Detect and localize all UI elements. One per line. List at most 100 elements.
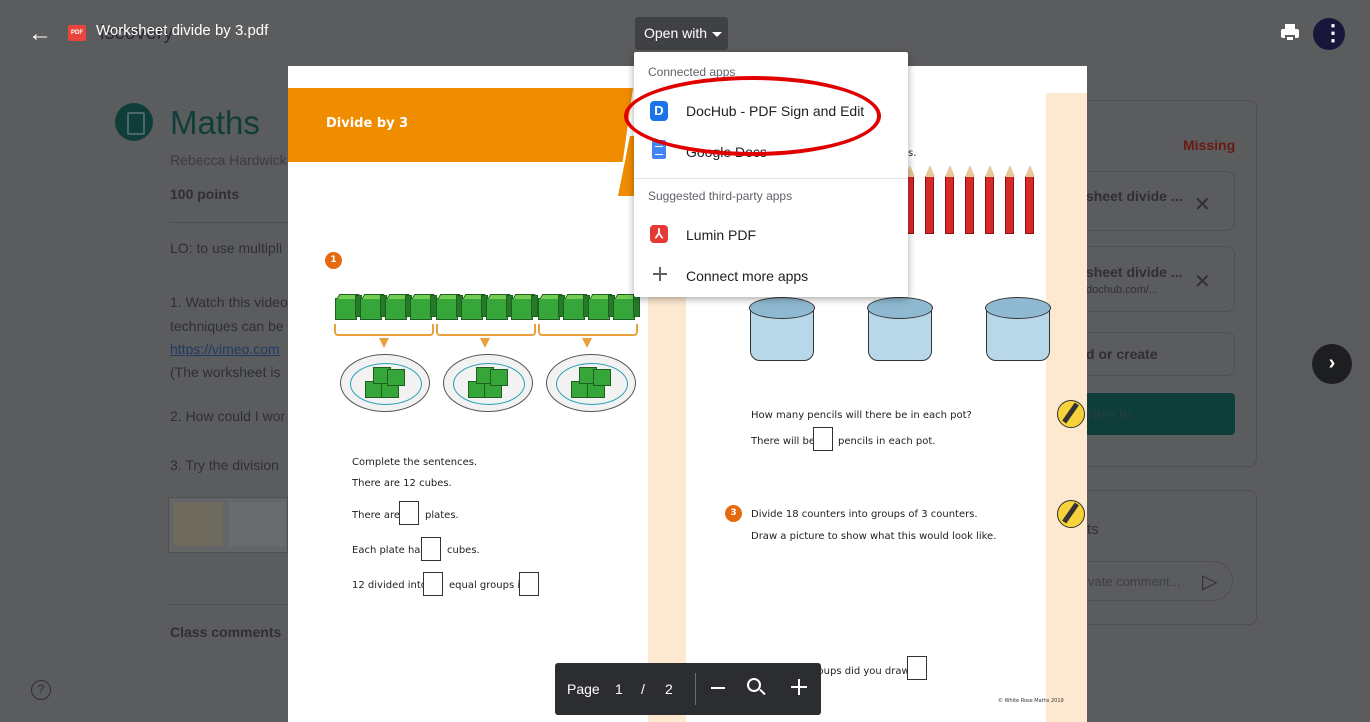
pencil: [1005, 165, 1015, 234]
instruction-line: techniques can be: [170, 318, 284, 334]
instruction-text: Complete the sentences.: [352, 457, 478, 468]
next-file-button[interactable]: ›: [1312, 344, 1352, 384]
question-text: How many pencils will there be in each p…: [751, 410, 972, 421]
open-with-button[interactable]: Open with: [635, 17, 728, 50]
menu-divider: [634, 178, 908, 179]
pencil: [985, 165, 995, 234]
pot: [749, 297, 815, 361]
zoom-out-icon[interactable]: [711, 687, 725, 689]
lumin-pdf-icon: ⅄: [650, 225, 668, 243]
cube: [360, 295, 387, 320]
cube: [335, 295, 362, 320]
comment-placeholder: vate comment...: [1088, 574, 1181, 589]
remove-attachment-icon[interactable]: ✕: [1194, 192, 1211, 217]
pencil: [1025, 165, 1035, 234]
cube: [385, 295, 412, 320]
attachment-name: sheet divide ...: [1086, 188, 1183, 204]
answer-box[interactable]: [423, 572, 443, 596]
pot: [867, 297, 933, 361]
question-text: Divide 18 counters into groups of 3 coun…: [751, 509, 978, 520]
answer-box[interactable]: [421, 537, 441, 561]
answer-box[interactable]: [399, 501, 419, 525]
cube: [486, 295, 513, 320]
attachment-url: dochub.com/...: [1086, 284, 1159, 296]
page-number-input[interactable]: 1: [615, 681, 623, 697]
divider: [170, 222, 288, 223]
question-number: 3: [725, 505, 742, 522]
plate: [443, 354, 533, 412]
page-total: 2: [665, 681, 673, 697]
pencil: [965, 165, 975, 234]
instruction-text: There are 12 cubes.: [352, 478, 452, 489]
divider: [170, 604, 288, 605]
sentence-text: cubes.: [447, 545, 480, 556]
cube: [613, 295, 640, 320]
arrow-down-icon: [379, 338, 389, 348]
assignment-author: Rebecca Hardwick: [170, 152, 287, 168]
pencil: [945, 165, 955, 234]
cube: [538, 295, 565, 320]
instruction-line: (The worksheet is: [170, 364, 281, 380]
sentence-text: There are: [352, 510, 400, 521]
instruction-line: LO: to use multipli: [170, 240, 283, 256]
group-bracket: [334, 324, 434, 336]
cube: [511, 295, 538, 320]
pdf-file-icon: PDF: [68, 25, 86, 41]
arrow-down-icon: [480, 338, 490, 348]
question-number: 1: [325, 252, 342, 269]
plus-icon: [653, 267, 667, 281]
answer-box[interactable]: [519, 572, 539, 596]
attachment-name: sheet divide ...: [1086, 264, 1183, 280]
turn-in-label: Turn in: [1085, 406, 1132, 422]
arrow-back-icon[interactable]: ←: [26, 20, 54, 48]
cube: [461, 295, 488, 320]
send-icon[interactable]: ▷: [1202, 569, 1217, 594]
private-comment-input[interactable]: vate comment... ▷: [1070, 561, 1233, 601]
video-link[interactable]: https://vimeo.com: [170, 341, 280, 357]
sentence-text: There will be: [751, 436, 816, 447]
divider: [695, 673, 696, 705]
sentence-text: Each plate has: [352, 545, 426, 556]
group-bracket: [538, 324, 638, 336]
cube: [588, 295, 615, 320]
question-text: Draw a picture to show what this would l…: [751, 531, 997, 542]
sentence-text: pencils in each pot.: [838, 436, 936, 447]
page-separator: /: [641, 681, 645, 697]
zoom-in-icon[interactable]: [791, 679, 807, 695]
menu-item-connect-more[interactable]: Connect more apps: [634, 256, 908, 296]
assignment-points: 100 points: [170, 186, 240, 202]
worksheet-title: Divide by 3: [326, 116, 409, 131]
group-bracket: [436, 324, 536, 336]
help-icon[interactable]: ?: [31, 680, 51, 700]
red-highlight-ellipse: [624, 76, 881, 156]
open-with-label: Open with: [644, 25, 708, 41]
copyright-text: © White Rose Maths 2019: [998, 698, 1064, 704]
answer-box[interactable]: [813, 427, 833, 451]
private-comments-label: ts: [1087, 521, 1099, 538]
arrow-down-icon: [582, 338, 592, 348]
remove-attachment-icon[interactable]: ✕: [1194, 269, 1211, 294]
menu-item-lumin-pdf[interactable]: ⅄ Lumin PDF: [634, 215, 908, 255]
question-fragment: s.: [908, 148, 917, 159]
sentence-text: plates.: [425, 510, 459, 521]
sentence-text: 12 divided into: [352, 580, 427, 591]
pencil-task-icon: [1057, 400, 1085, 428]
page-label: Page: [567, 681, 600, 697]
class-comments-label: Class comments: [170, 624, 282, 640]
instruction-line: 2. How could I wor: [170, 408, 286, 424]
more-vertical-icon[interactable]: ⋮: [1322, 18, 1344, 50]
chevron-down-icon: [712, 31, 723, 37]
pencil-task-icon: [1057, 500, 1085, 528]
zoom-fit-icon[interactable]: [747, 678, 761, 692]
answer-box[interactable]: [907, 656, 927, 680]
print-icon[interactable]: [1280, 23, 1300, 43]
plate: [546, 354, 636, 412]
instruction-line: 3. Try the division: [170, 457, 279, 473]
plate: [340, 354, 430, 412]
attachment-thumbnail[interactable]: [168, 497, 288, 553]
suggested-apps-heading: Suggested third-party apps: [648, 189, 793, 203]
page-navigator: Page 1 / 2: [555, 663, 821, 715]
menu-item-label: Lumin PDF: [686, 227, 757, 243]
menu-item-label: Connect more apps: [686, 268, 809, 284]
pot: [985, 297, 1051, 361]
